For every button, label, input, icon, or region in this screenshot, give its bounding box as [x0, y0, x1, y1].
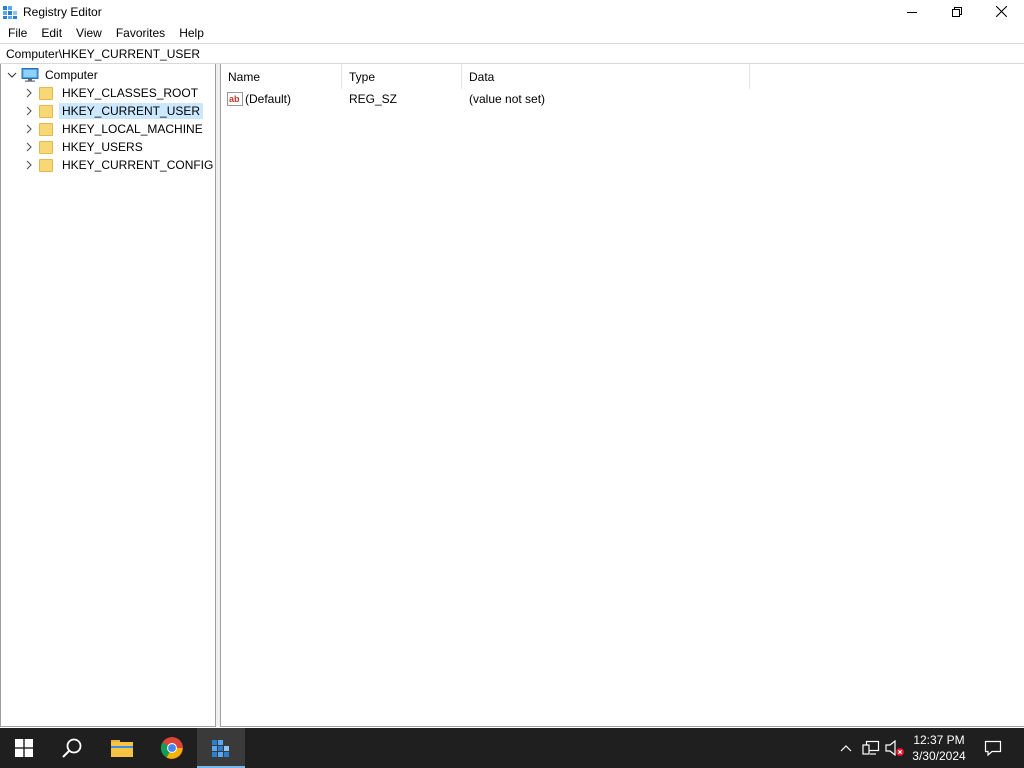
start-button[interactable] [0, 728, 48, 768]
chrome-icon [160, 737, 183, 759]
list-header: Name Type Data [221, 64, 1024, 89]
chrome-button[interactable] [148, 728, 196, 768]
chevron-right-icon[interactable] [23, 84, 35, 102]
menu-file[interactable]: File [1, 23, 34, 43]
list-item[interactable]: ab (Default) REG_SZ (value not set) [221, 89, 750, 109]
tree-item-label: HKEY_CLASSES_ROOT [62, 86, 199, 100]
volume-muted-icon [885, 740, 904, 756]
window-title: Registry Editor [23, 4, 102, 19]
computer-icon [21, 68, 39, 82]
regedit-icon [2, 4, 18, 20]
show-hidden-icons-button[interactable] [836, 728, 856, 768]
window-controls [889, 0, 1024, 23]
tree-item-hkey-current-config[interactable]: HKEY_CURRENT_CONFIG [23, 156, 215, 174]
tree-item-computer[interactable]: Computer [6, 66, 101, 84]
notification-icon [984, 740, 1002, 756]
tree-item-label: HKEY_LOCAL_MACHINE [62, 122, 203, 136]
column-header-type[interactable]: Type [342, 64, 462, 89]
value-data: (value not set) [469, 92, 546, 106]
search-icon [62, 738, 82, 758]
tree-item-label: HKEY_CURRENT_USER [59, 103, 204, 119]
file-explorer-button[interactable] [98, 728, 146, 768]
volume-button[interactable] [884, 728, 906, 768]
chevron-right-icon[interactable] [23, 156, 35, 174]
menu-bar: File Edit View Favorites Help [0, 23, 1024, 43]
menu-edit[interactable]: Edit [34, 23, 69, 43]
folder-icon [39, 140, 53, 154]
menu-favorites[interactable]: Favorites [109, 23, 172, 43]
tree-item-hkey-classes-root[interactable]: HKEY_CLASSES_ROOT [23, 84, 201, 102]
search-button[interactable] [48, 728, 96, 768]
address-bar [0, 43, 1024, 64]
regedit-taskbar-button[interactable] [197, 728, 245, 768]
chevron-down-icon[interactable] [6, 66, 18, 84]
folder-icon [39, 104, 53, 118]
folder-icon [39, 122, 53, 136]
tree-item-label: HKEY_CURRENT_CONFIG [62, 158, 214, 172]
svg-text:ab: ab [229, 94, 240, 104]
menu-view[interactable]: View [69, 23, 109, 43]
chevron-right-icon[interactable] [23, 102, 35, 120]
notification-button[interactable] [978, 728, 1008, 768]
minimize-icon [906, 11, 917, 13]
tree-item-label: Computer [45, 68, 98, 82]
folder-icon [39, 158, 53, 172]
taskbar-clock[interactable]: 12:37 PM 3/30/2024 [905, 732, 973, 764]
tree-item-hkey-local-machine[interactable]: HKEY_LOCAL_MACHINE [23, 120, 206, 138]
value-type: REG_SZ [349, 92, 398, 106]
start-icon [15, 739, 33, 757]
address-input[interactable] [6, 46, 1006, 61]
close-icon [996, 6, 1007, 17]
minimize-button[interactable] [889, 0, 934, 23]
clock-date: 3/30/2024 [912, 749, 966, 763]
column-header-data[interactable]: Data [462, 64, 750, 89]
title-bar[interactable]: Registry Editor [0, 0, 1024, 23]
menu-help[interactable]: Help [172, 23, 211, 43]
network-button[interactable] [860, 728, 882, 768]
key-tree[interactable]: Computer HKEY_CLASSES_ROOT HKEY_CURRENT_… [0, 64, 216, 727]
chevron-up-icon [840, 745, 852, 752]
chevron-right-icon[interactable] [23, 120, 35, 138]
values-list[interactable]: Name Type Data ab (Default) REG_SZ (valu… [220, 64, 1024, 727]
value-name: (Default) [245, 92, 292, 106]
restore-button[interactable] [934, 0, 979, 23]
folder-icon [39, 86, 53, 100]
column-header-name[interactable]: Name [221, 64, 342, 89]
close-button[interactable] [979, 0, 1024, 23]
chevron-right-icon[interactable] [23, 138, 35, 156]
regedit-icon [212, 740, 229, 757]
network-icon [862, 740, 880, 755]
tree-item-hkey-users[interactable]: HKEY_USERS [23, 138, 146, 156]
file-explorer-icon [111, 740, 133, 757]
restore-icon [951, 6, 962, 17]
tree-item-hkey-current-user[interactable]: HKEY_CURRENT_USER [23, 102, 204, 120]
string-value-icon: ab [227, 92, 243, 106]
tree-item-label: HKEY_USERS [62, 140, 143, 154]
clock-time: 12:37 PM [913, 733, 965, 747]
taskbar: 12:37 PM 3/30/2024 [0, 728, 1024, 768]
